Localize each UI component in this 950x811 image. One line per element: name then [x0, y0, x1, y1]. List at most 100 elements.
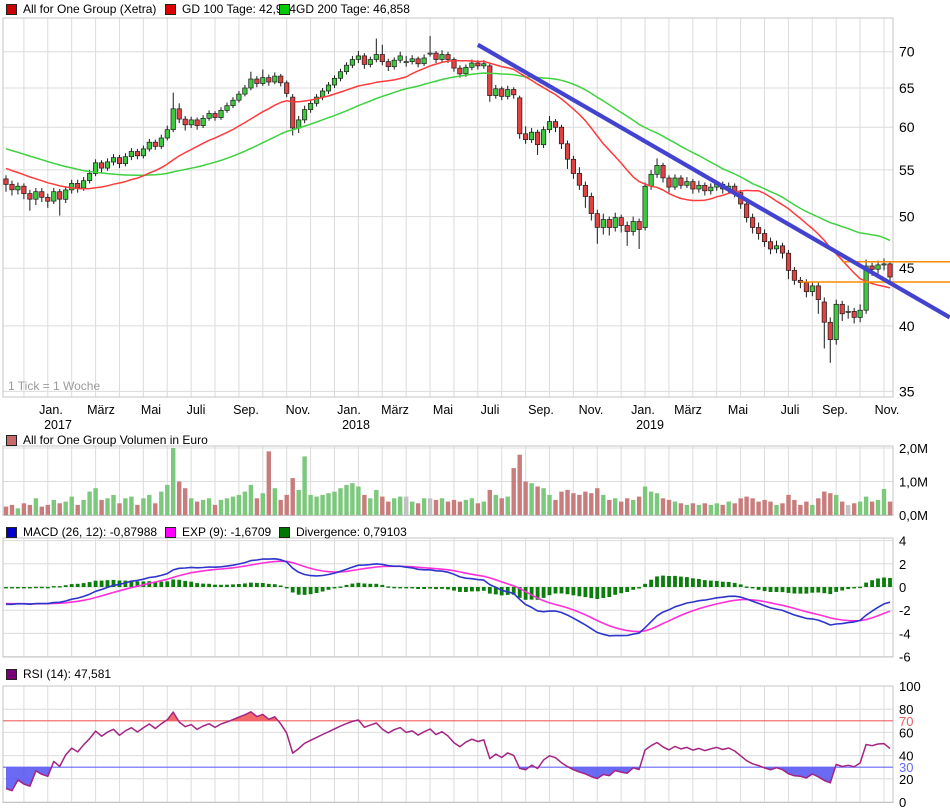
macd-divergence-bar — [691, 578, 695, 587]
candle-body — [547, 122, 551, 130]
candle-body — [213, 114, 217, 118]
candle-body — [667, 178, 671, 187]
candle-body — [195, 120, 199, 126]
volume-bar — [488, 490, 492, 515]
volume-bar — [512, 468, 516, 515]
candle-body — [165, 130, 169, 138]
volume-bar — [470, 498, 474, 515]
candle-body — [565, 144, 569, 159]
candle-body — [249, 79, 253, 88]
price-tick-label: 55 — [899, 162, 915, 178]
volume-bar — [518, 455, 522, 515]
candle-body — [649, 174, 653, 186]
macd-divergence-bar — [434, 587, 438, 589]
macd-divergence-bar — [165, 581, 169, 587]
volume-bar — [380, 497, 384, 515]
volume-bar — [679, 503, 683, 515]
macd-divergence-bar — [82, 583, 86, 587]
volume-bar — [135, 505, 139, 515]
candle-body — [643, 186, 647, 227]
macd-divergence-bar — [189, 582, 193, 587]
candle-body — [679, 178, 683, 185]
volume-bar — [691, 503, 695, 515]
macd-divergence-bar — [225, 585, 229, 587]
volume-bar — [655, 493, 659, 515]
candle-body — [500, 89, 504, 97]
volume-bar — [541, 488, 545, 515]
macd-divergence-bar — [637, 587, 641, 589]
candle-body — [464, 67, 468, 74]
candle-body — [368, 60, 372, 65]
gd100-swatch-icon — [165, 4, 176, 15]
candle-body — [219, 110, 223, 117]
candle-body — [356, 56, 360, 60]
candle-body — [135, 152, 139, 156]
candle-body — [362, 56, 366, 65]
candle-body — [518, 98, 522, 134]
month-label: Nov. — [286, 403, 311, 417]
macd-divergence-bar — [709, 581, 713, 587]
candle-body — [559, 127, 563, 144]
volume-bar — [105, 498, 109, 515]
legend-item-gd200: GD 200 Tage: 46,858 — [279, 2, 410, 16]
macd-divergence-bar — [613, 587, 617, 595]
macd-divergence-bar — [805, 587, 809, 594]
macd-divergence-bar — [846, 587, 850, 589]
candle-body — [52, 192, 56, 201]
macd-divergence-bar — [207, 584, 211, 587]
volume-bar — [279, 500, 283, 515]
volume-bar — [625, 498, 629, 515]
month-label: Mai — [141, 403, 161, 417]
price-tick-label: 50 — [899, 209, 915, 225]
macd-divergence-bar — [88, 582, 92, 587]
legend-item-rsi: RSI (14): 47,581 — [6, 667, 111, 681]
candle-body — [117, 158, 121, 164]
volume-bar — [320, 495, 324, 515]
month-label: Nov. — [579, 403, 604, 417]
candle-body — [523, 134, 527, 140]
macd-divergence-bar — [58, 586, 62, 587]
volume-bar — [273, 488, 277, 515]
macd-divergence-bar — [458, 587, 462, 592]
volume-bar — [727, 502, 731, 515]
candle-body — [434, 53, 438, 59]
macd-divergence-bar — [46, 587, 50, 588]
candle-body — [70, 183, 74, 190]
candle-body — [183, 119, 187, 125]
volume-bar — [768, 502, 772, 515]
price-tick-label: 70 — [899, 44, 915, 60]
year-label: 2017 — [44, 418, 72, 432]
volume-bar — [356, 487, 360, 516]
volume-bar — [882, 489, 886, 515]
candle-body — [709, 187, 713, 191]
macd-divergence-bar — [673, 576, 677, 587]
macd-divergence-bar — [321, 587, 325, 592]
candle-body — [685, 182, 689, 186]
macd-divergence-bar — [380, 585, 384, 587]
volume-bar — [314, 497, 318, 515]
macd-divergence-bar — [751, 587, 755, 588]
candle-body — [279, 76, 283, 83]
volume-bar — [326, 493, 330, 515]
macd-divergence-bar — [404, 587, 408, 588]
candle-body — [201, 118, 205, 125]
volume-bar — [344, 485, 348, 515]
volume-bar — [733, 503, 737, 515]
volume-bar — [667, 500, 671, 515]
volume-bar — [111, 495, 115, 515]
macd-divergence-bar — [333, 587, 337, 588]
candle-body — [476, 63, 480, 66]
price-tick-label: 40 — [899, 318, 915, 334]
candle-body — [64, 190, 68, 199]
candle-body — [46, 197, 50, 201]
volume-bar — [804, 502, 808, 515]
volume-bar — [589, 493, 593, 515]
volume-bar — [76, 505, 80, 515]
volume-bar — [153, 503, 157, 515]
volume-bar — [332, 492, 336, 515]
volume-bar — [141, 498, 145, 515]
macd-divergence-bar — [787, 587, 791, 593]
macd-divergence-bar — [781, 587, 785, 592]
macd-divergence-bar — [828, 587, 832, 594]
candle-body — [76, 183, 80, 188]
